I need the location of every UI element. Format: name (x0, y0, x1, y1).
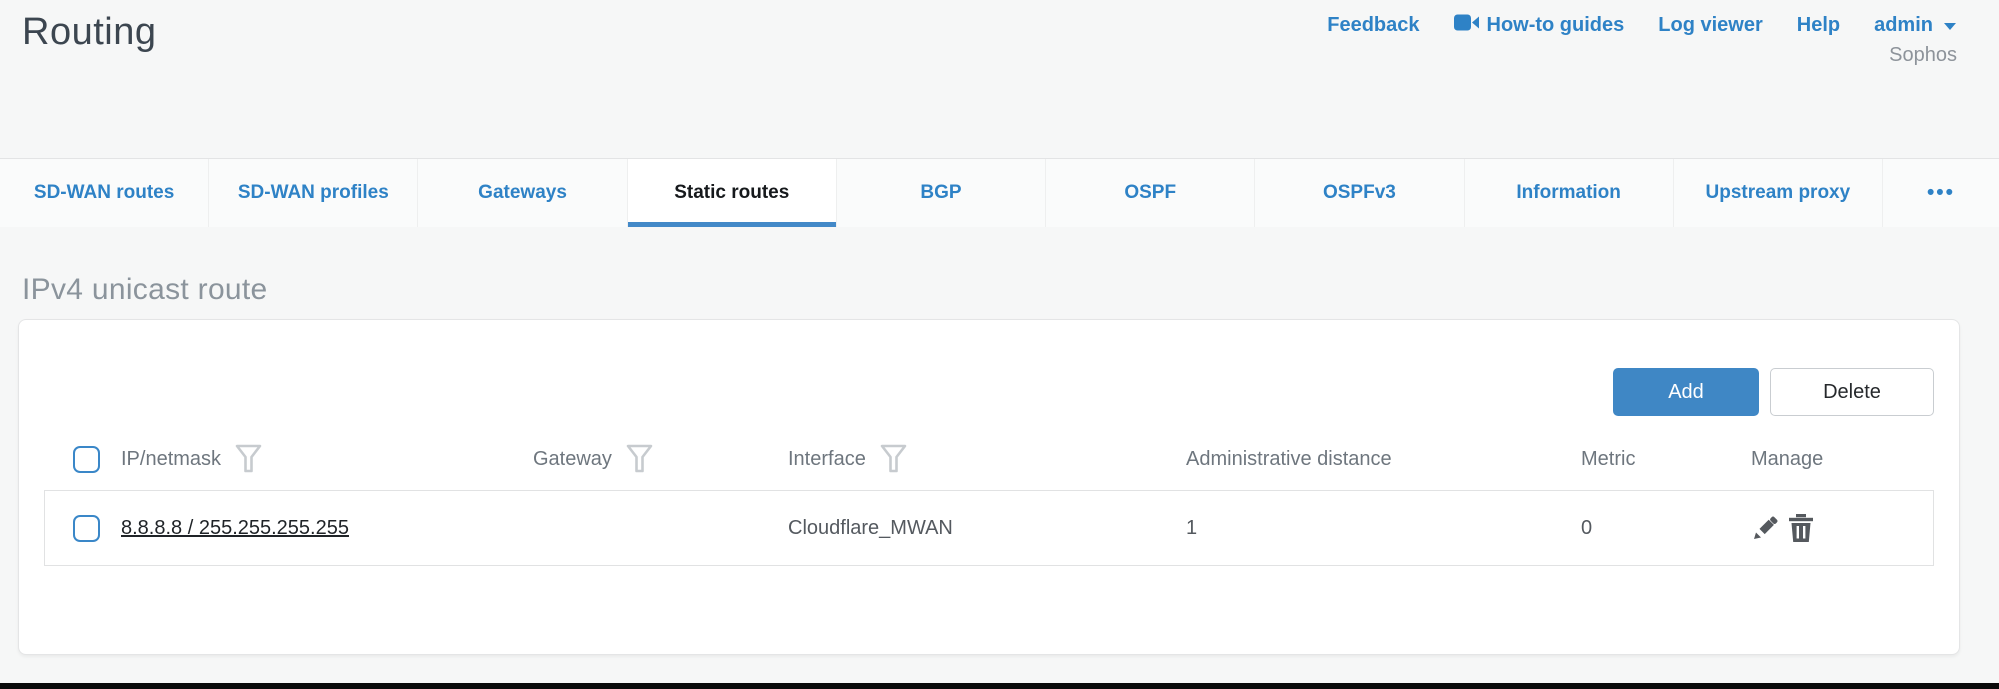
bottom-edge-strip (0, 683, 1999, 689)
delete-button[interactable]: Delete (1770, 368, 1934, 416)
tab-static-routes[interactable]: Static routes (627, 159, 836, 227)
tab-upstream-proxy[interactable]: Upstream proxy (1673, 159, 1882, 227)
section-heading: IPv4 unicast route (22, 273, 1960, 307)
funnel-icon[interactable] (235, 444, 262, 474)
tab-information[interactable]: Information (1464, 159, 1673, 227)
row-checkbox[interactable] (73, 515, 100, 542)
row-cell-manage (1751, 514, 1933, 543)
column-label: Metric (1581, 448, 1635, 471)
funnel-icon[interactable] (626, 444, 653, 474)
row-cell-select (45, 515, 121, 542)
header-cell-manage: Manage (1751, 448, 1933, 471)
row-cell-interface: Cloudflare_MWAN (788, 517, 1186, 540)
table-actions: Add Delete (44, 368, 1934, 416)
top-nav-wrap: Feedback How-to guides Log viewer Help a… (1327, 10, 1957, 67)
pencil-icon[interactable] (1751, 514, 1779, 542)
route-link[interactable]: 8.8.8.8 / 255.255.255.255 (121, 517, 349, 540)
top-nav: Feedback How-to guides Log viewer Help a… (1327, 14, 1957, 37)
column-label: Manage (1751, 448, 1823, 471)
user-menu[interactable]: admin (1874, 14, 1957, 37)
funnel-icon[interactable] (880, 444, 907, 474)
table-header-row: IP/netmask Gateway Interface Administrat… (44, 428, 1934, 490)
chevron-down-icon (1943, 14, 1957, 37)
header-cell-metric: Metric (1581, 448, 1751, 471)
video-camera-icon (1454, 14, 1479, 37)
row-cell-admin-distance: 1 (1186, 517, 1581, 540)
tab-gateways[interactable]: Gateways (417, 159, 626, 227)
brand-label: Sophos (1889, 44, 1957, 67)
header-cell-select (45, 446, 121, 473)
main-content: IPv4 unicast route Add Delete IP/netmask… (0, 273, 1999, 655)
tab-ospfv3[interactable]: OSPFv3 (1254, 159, 1463, 227)
tab-bgp[interactable]: BGP (836, 159, 1045, 227)
column-label: Administrative distance (1186, 448, 1392, 471)
routes-card: Add Delete IP/netmask Gateway Interface (18, 319, 1960, 655)
tab-ospf[interactable]: OSPF (1045, 159, 1254, 227)
header-cell-gateway: Gateway (533, 444, 788, 474)
tab-sdwan-profiles[interactable]: SD-WAN profiles (208, 159, 417, 227)
add-button[interactable]: Add (1613, 368, 1759, 416)
help-link[interactable]: Help (1797, 14, 1840, 37)
header-cell-ip-netmask: IP/netmask (121, 444, 533, 474)
tab-more-menu[interactable]: ••• (1882, 159, 1999, 227)
log-viewer-link[interactable]: Log viewer (1658, 14, 1762, 37)
page-header: Routing Feedback How-to guides Log viewe… (0, 0, 1999, 158)
select-all-checkbox[interactable] (73, 446, 100, 473)
routing-tab-bar: SD-WAN routes SD-WAN profiles Gateways S… (0, 158, 1999, 227)
header-cell-interface: Interface (788, 444, 1186, 474)
column-label: Gateway (533, 448, 612, 471)
howto-guides-link[interactable]: How-to guides (1454, 14, 1625, 37)
row-cell-ip-netmask: 8.8.8.8 / 255.255.255.255 (121, 517, 533, 540)
column-label: Interface (788, 448, 866, 471)
row-cell-metric: 0 (1581, 517, 1751, 540)
page-title: Routing (22, 10, 156, 56)
feedback-link[interactable]: Feedback (1327, 14, 1419, 37)
column-label: IP/netmask (121, 448, 221, 471)
header-cell-admin-distance: Administrative distance (1186, 448, 1581, 471)
table-row: 8.8.8.8 / 255.255.255.255 Cloudflare_MWA… (44, 490, 1934, 566)
tab-sdwan-routes[interactable]: SD-WAN routes (0, 159, 208, 227)
trash-icon[interactable] (1788, 514, 1814, 543)
